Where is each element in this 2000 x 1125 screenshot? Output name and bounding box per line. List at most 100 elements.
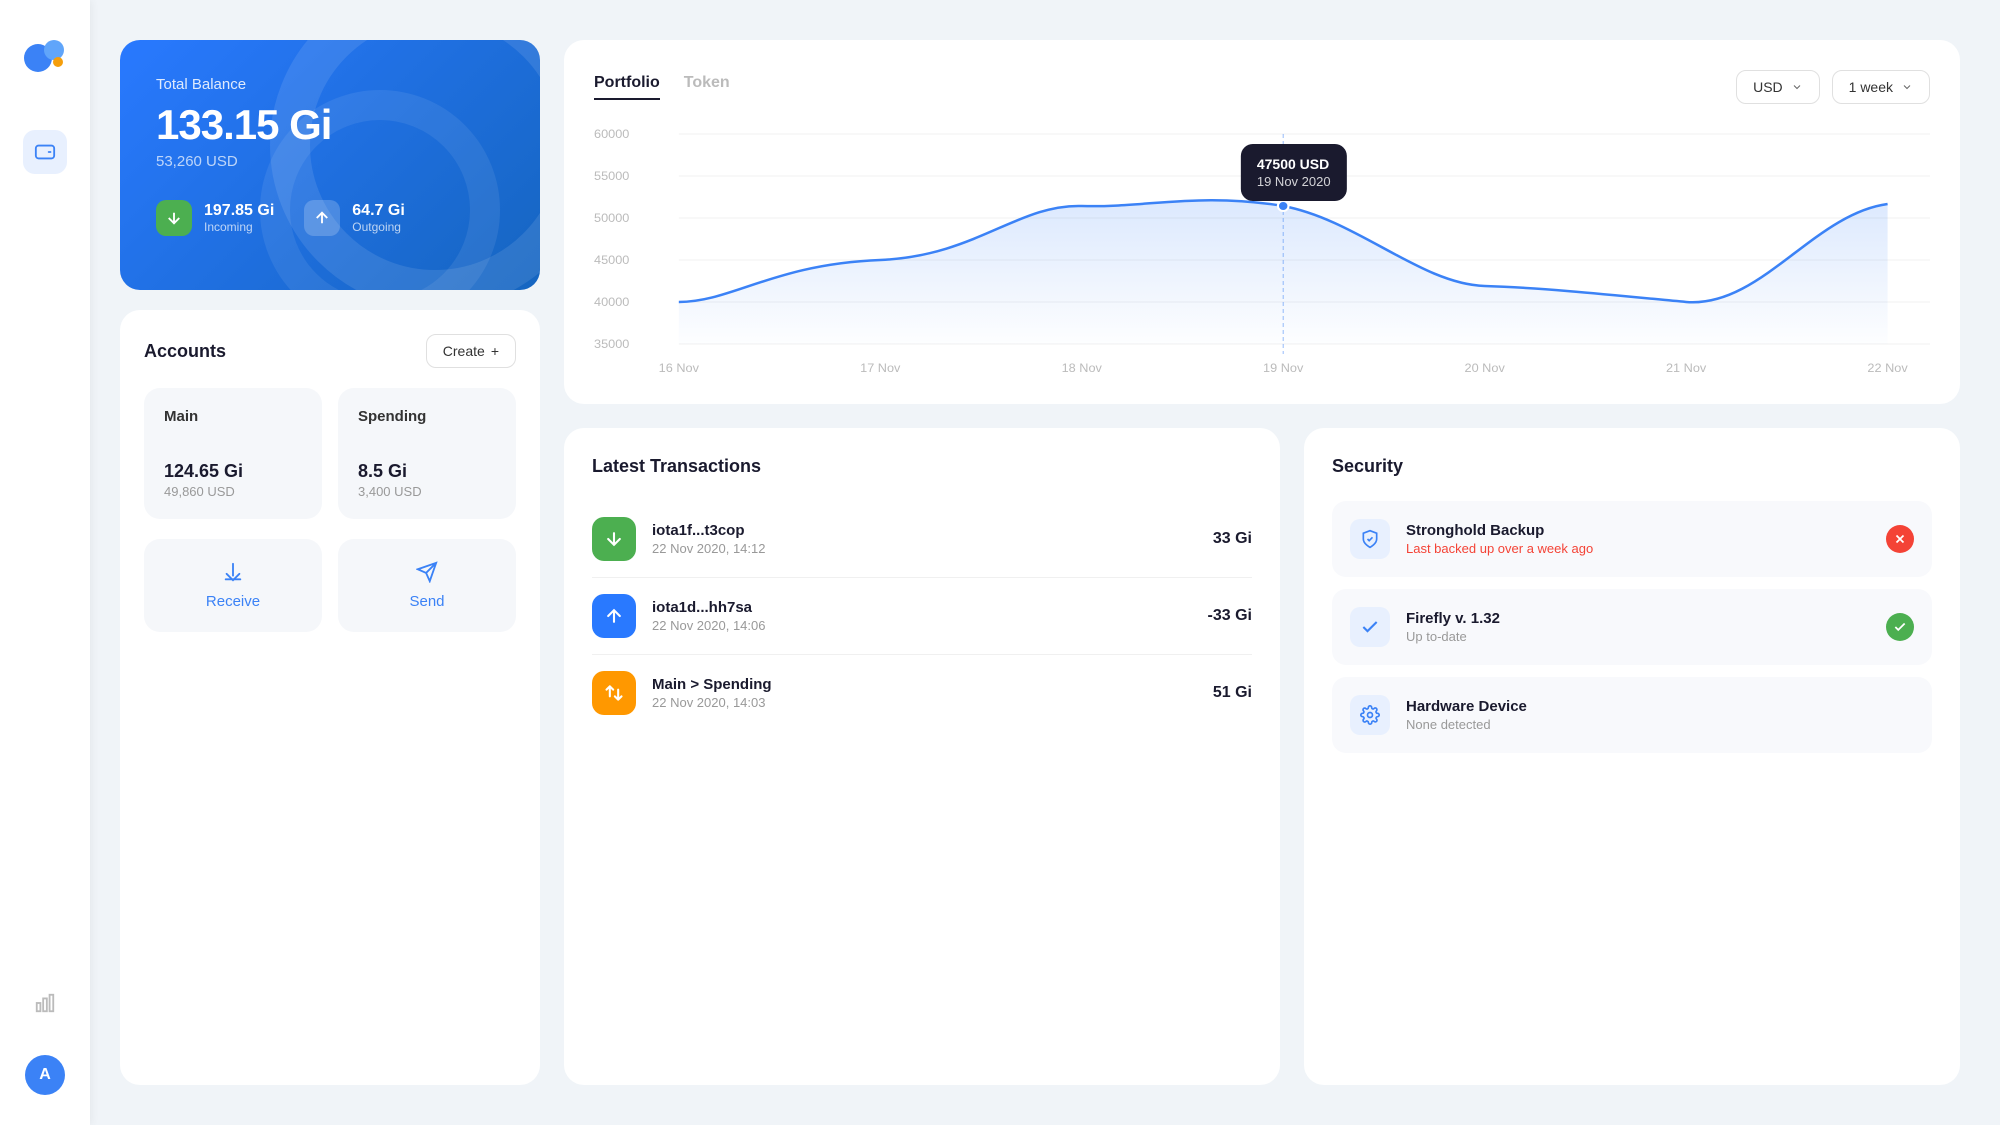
tx-date-1: 22 Nov 2020, 14:12 xyxy=(652,541,1197,556)
svg-text:16 Nov: 16 Nov xyxy=(659,361,700,375)
firefly-badge xyxy=(1886,613,1914,641)
firefly-status: Up to-date xyxy=(1406,629,1870,644)
send-icon xyxy=(416,561,438,583)
hardware-name: Hardware Device xyxy=(1406,698,1870,715)
account-card-main[interactable]: Main 124.65 Gi 49,860 USD xyxy=(144,388,322,519)
svg-text:50000: 50000 xyxy=(594,211,629,225)
tx-icon-outgoing xyxy=(592,594,636,638)
balance-card: Total Balance 133.15 Gi 53,260 USD 197.8… xyxy=(120,40,540,290)
chart-tabs: Portfolio Token xyxy=(594,74,730,100)
currency-select[interactable]: USD xyxy=(1736,70,1820,104)
svg-text:22 Nov: 22 Nov xyxy=(1867,361,1908,375)
transaction-item: iota1d...hh7sa 22 Nov 2020, 14:06 -33 Gi xyxy=(592,578,1252,655)
tx-address-3: Main > Spending xyxy=(652,676,1197,693)
outgoing-icon xyxy=(304,200,340,236)
svg-text:60000: 60000 xyxy=(594,127,629,141)
shield-icon xyxy=(1360,529,1380,549)
bottom-panels: Latest Transactions iota1f...t3cop 22 No… xyxy=(564,428,1960,1085)
account-cards: Main 124.65 Gi 49,860 USD Spending 8.5 G… xyxy=(144,388,516,519)
send-button[interactable]: Send xyxy=(338,539,516,632)
hardware-icon-container xyxy=(1350,695,1390,735)
left-panel: Total Balance 133.15 Gi 53,260 USD 197.8… xyxy=(120,40,540,1085)
accounts-title: Accounts xyxy=(144,341,226,362)
incoming-flow: 197.85 Gi Incoming xyxy=(156,200,274,236)
svg-text:20 Nov: 20 Nov xyxy=(1465,361,1506,375)
app-logo xyxy=(20,30,70,80)
accounts-header: Accounts Create + xyxy=(144,334,516,368)
security-title: Security xyxy=(1332,456,1932,477)
svg-text:40000: 40000 xyxy=(594,295,629,309)
chevron-down-icon xyxy=(1791,81,1803,93)
sidebar-item-analytics[interactable] xyxy=(23,981,67,1025)
tx-amount-2: -33 Gi xyxy=(1208,607,1252,625)
sidebar-item-wallet[interactable] xyxy=(23,130,67,174)
user-avatar[interactable]: A xyxy=(25,1055,65,1095)
chart-section: Portfolio Token USD 1 week xyxy=(564,40,1960,404)
tx-date-3: 22 Nov 2020, 14:03 xyxy=(652,695,1197,710)
tx-icon-incoming xyxy=(592,517,636,561)
svg-text:18 Nov: 18 Nov xyxy=(1062,361,1103,375)
balance-amount: 133.15 Gi xyxy=(156,101,504,149)
svg-text:19 Nov: 19 Nov xyxy=(1263,361,1304,375)
tab-portfolio[interactable]: Portfolio xyxy=(594,74,660,100)
hardware-badge xyxy=(1886,701,1914,729)
outgoing-label: Outgoing xyxy=(352,220,404,234)
chart-controls: USD 1 week xyxy=(1736,70,1930,104)
account-amount-spending: 8.5 Gi xyxy=(358,461,496,482)
transaction-item: iota1f...t3cop 22 Nov 2020, 14:12 33 Gi xyxy=(592,501,1252,578)
incoming-details: 197.85 Gi Incoming xyxy=(204,202,274,234)
transaction-item: Main > Spending 22 Nov 2020, 14:03 51 Gi xyxy=(592,655,1252,731)
outgoing-amount: 64.7 Gi xyxy=(352,202,404,220)
balance-label: Total Balance xyxy=(156,76,504,93)
stronghold-details: Stronghold Backup Last backed up over a … xyxy=(1406,522,1870,556)
receive-icon xyxy=(222,561,244,583)
receive-button[interactable]: Receive xyxy=(144,539,322,632)
create-account-button[interactable]: Create + xyxy=(426,334,516,368)
tx-details-2: iota1d...hh7sa 22 Nov 2020, 14:06 xyxy=(652,599,1192,633)
chart-header: Portfolio Token USD 1 week xyxy=(594,70,1930,104)
main-content: Total Balance 133.15 Gi 53,260 USD 197.8… xyxy=(90,0,2000,1125)
tx-address-2: iota1d...hh7sa xyxy=(652,599,1192,616)
check-icon xyxy=(1360,617,1380,637)
hardware-status: None detected xyxy=(1406,717,1870,732)
tx-address-1: iota1f...t3cop xyxy=(652,522,1197,539)
tx-details-1: iota1f...t3cop 22 Nov 2020, 14:12 xyxy=(652,522,1197,556)
transfer-icon xyxy=(604,683,624,703)
transactions-panel: Latest Transactions iota1f...t3cop 22 No… xyxy=(564,428,1280,1085)
svg-text:55000: 55000 xyxy=(594,169,629,183)
security-item-firefly: Firefly v. 1.32 Up to-date xyxy=(1332,589,1932,665)
balance-flows: 197.85 Gi Incoming 64.7 Gi Outgoing xyxy=(156,200,504,236)
chevron-down-icon-2 xyxy=(1901,81,1913,93)
firefly-icon-container xyxy=(1350,607,1390,647)
outgoing-details: 64.7 Gi Outgoing xyxy=(352,202,404,234)
check-circle-icon xyxy=(1893,620,1907,634)
account-usd-spending: 3,400 USD xyxy=(358,484,496,499)
arrow-down-icon xyxy=(604,529,624,549)
tx-details-3: Main > Spending 22 Nov 2020, 14:03 xyxy=(652,676,1197,710)
stronghold-status: Last backed up over a week ago xyxy=(1406,541,1870,556)
stronghold-name: Stronghold Backup xyxy=(1406,522,1870,539)
action-buttons: Receive Send xyxy=(144,539,516,632)
account-amount-main: 124.65 Gi xyxy=(164,461,302,482)
tab-token[interactable]: Token xyxy=(684,74,730,100)
firefly-details: Firefly v. 1.32 Up to-date xyxy=(1406,610,1870,644)
security-panel: Security Stronghold Backup Last backed u… xyxy=(1304,428,1960,1085)
period-select[interactable]: 1 week xyxy=(1832,70,1930,104)
tx-amount-3: 51 Gi xyxy=(1213,684,1252,702)
arrow-up-icon xyxy=(604,606,624,626)
tx-date-2: 22 Nov 2020, 14:06 xyxy=(652,618,1192,633)
alert-icon xyxy=(1893,532,1907,546)
account-name-main: Main xyxy=(164,408,302,425)
balance-usd: 53,260 USD xyxy=(156,153,504,170)
outgoing-flow: 64.7 Gi Outgoing xyxy=(304,200,404,236)
incoming-icon xyxy=(156,200,192,236)
stronghold-badge xyxy=(1886,525,1914,553)
account-card-spending[interactable]: Spending 8.5 Gi 3,400 USD xyxy=(338,388,516,519)
account-usd-main: 49,860 USD xyxy=(164,484,302,499)
accounts-section: Accounts Create + Main 124.65 Gi 49,860 … xyxy=(120,310,540,1085)
tooltip-date: 19 Nov 2020 xyxy=(1257,174,1331,189)
security-item-stronghold: Stronghold Backup Last backed up over a … xyxy=(1332,501,1932,577)
account-name-spending: Spending xyxy=(358,408,496,425)
incoming-amount: 197.85 Gi xyxy=(204,202,274,220)
incoming-label: Incoming xyxy=(204,220,274,234)
